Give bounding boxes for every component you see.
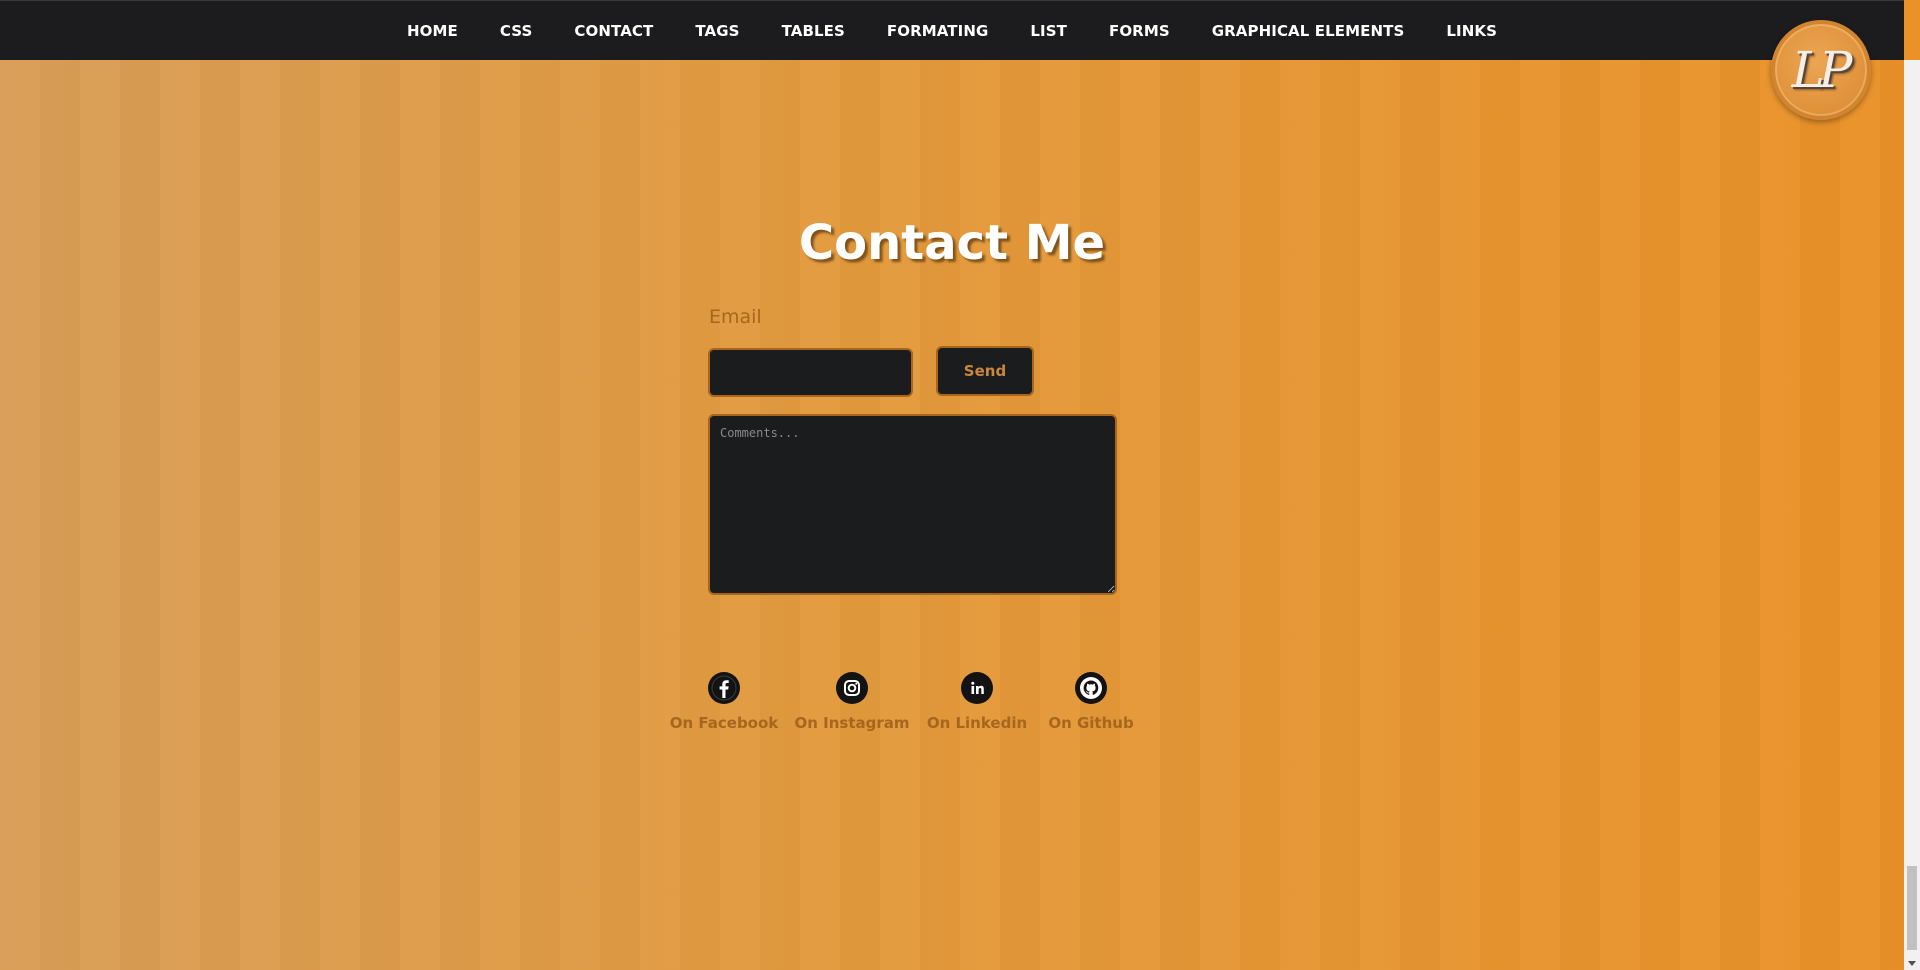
social-link-instagram[interactable]: On Instagram — [794, 672, 910, 732]
nav-item-tags[interactable]: TAGS — [695, 22, 739, 40]
social-link-github[interactable]: On Github — [1042, 672, 1140, 732]
top-navigation-bar: HOME CSS CONTACT TAGS TABLES FORMATING L… — [0, 0, 1904, 60]
linkedin-icon — [961, 672, 993, 704]
nav-item-css[interactable]: CSS — [500, 22, 533, 40]
comments-textarea[interactable] — [708, 414, 1117, 595]
logo-text: LP — [1791, 41, 1853, 99]
social-label-facebook: On Facebook — [669, 714, 779, 732]
main-nav: HOME CSS CONTACT TAGS TABLES FORMATING L… — [0, 1, 1920, 61]
send-button[interactable]: Send — [936, 346, 1034, 396]
social-label-github: On Github — [1048, 714, 1134, 732]
nav-item-links[interactable]: LINKS — [1446, 22, 1497, 40]
facebook-icon — [708, 672, 740, 704]
social-link-linkedin[interactable]: On Linkedin — [926, 672, 1028, 732]
nav-item-formating[interactable]: FORMATING — [887, 22, 989, 40]
scrollbar-thumb[interactable] — [1907, 866, 1917, 950]
social-label-instagram: On Instagram — [794, 714, 910, 732]
scroll-down-arrow-icon[interactable] — [1908, 961, 1916, 966]
email-label: Email — [709, 306, 762, 328]
nav-item-contact[interactable]: CONTACT — [574, 22, 653, 40]
github-icon — [1075, 672, 1107, 704]
nav-item-list[interactable]: LIST — [1030, 22, 1067, 40]
nav-item-home[interactable]: HOME — [407, 22, 458, 40]
site-logo[interactable]: LP — [1771, 20, 1871, 120]
instagram-icon — [836, 672, 868, 704]
social-link-facebook[interactable]: On Facebook — [670, 672, 778, 732]
email-field[interactable] — [708, 348, 913, 397]
social-label-linkedin: On Linkedin — [926, 714, 1028, 732]
page-title: Contact Me — [798, 215, 1106, 271]
page-scrollbar[interactable] — [1904, 60, 1920, 970]
nav-item-graphical-elements[interactable]: GRAPHICAL ELEMENTS — [1212, 22, 1405, 40]
nav-item-tables[interactable]: TABLES — [782, 22, 845, 40]
nav-item-forms[interactable]: FORMS — [1109, 22, 1170, 40]
